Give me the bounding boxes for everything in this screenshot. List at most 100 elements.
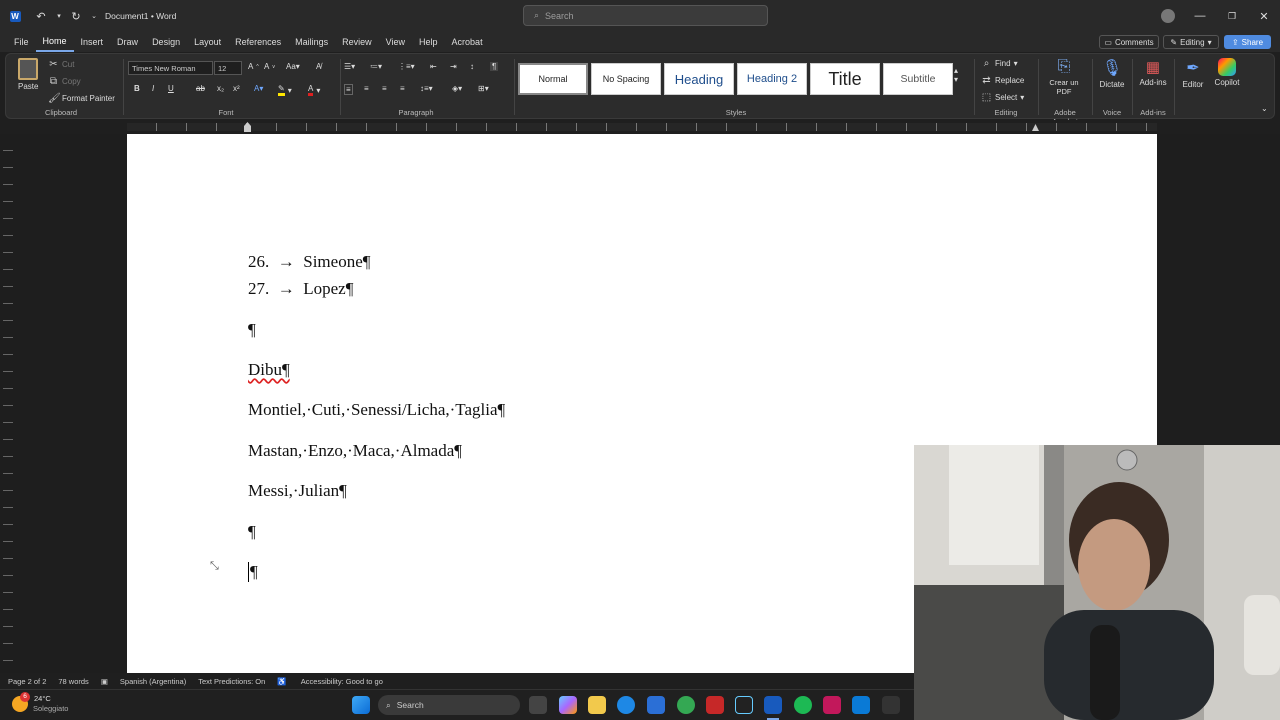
undo-dropdown-icon[interactable]: ▾ [52,0,66,32]
clear-formatting-icon[interactable]: A̸ [316,62,321,71]
close-icon[interactable]: ✕ [1252,0,1276,32]
collapse-ribbon-icon[interactable]: ⌄ [1261,104,1268,113]
quick-access-more-icon[interactable]: ⌄ [86,0,102,32]
word-icon[interactable] [764,696,782,714]
restore-icon[interactable]: ❐ [1220,0,1244,32]
style-heading[interactable]: Heading [664,63,734,95]
strikethrough-button[interactable]: ab [196,84,205,93]
styles-more-button[interactable]: ▴ ▾ [954,66,958,84]
comments-button[interactable]: ▭ Comments [1099,35,1159,49]
bold-button[interactable]: B [134,84,140,93]
copilot-app-icon[interactable] [559,696,577,714]
tab-design[interactable]: Design [145,32,187,52]
highlight-button[interactable]: ✎ ▾ [278,84,292,96]
style-heading-2[interactable]: Heading 2 [737,63,807,95]
doc-line[interactable]: 26. → Simeone¶ [248,252,370,272]
align-center-button[interactable]: ≡ [364,84,369,93]
grow-font-button[interactable]: A ^ [248,62,259,71]
app-icon[interactable] [647,696,665,714]
tab-review[interactable]: Review [335,32,379,52]
file-explorer-icon[interactable] [588,696,606,714]
font-family-select[interactable]: Times New Roman [128,61,213,75]
share-button[interactable]: ⇪ Share [1224,35,1271,49]
change-case-button[interactable]: Aa▾ [286,62,300,71]
copilot-button[interactable]: Copilot [1210,58,1244,87]
store-icon[interactable] [852,696,870,714]
format-painter-button[interactable]: 🖌 Format Painter [48,93,115,104]
create-pdf-button[interactable]: ⎘ Crear un PDF [1042,58,1086,96]
tab-home[interactable]: Home [35,32,74,52]
tab-mailings[interactable]: Mailings [288,32,335,52]
edge-icon[interactable] [617,696,635,714]
tab-help[interactable]: Help [412,32,445,52]
add-ins-button[interactable]: ▦ Add-ins [1136,58,1170,87]
find-button[interactable]: ⌕ Find ▾ [981,58,1018,69]
doc-line[interactable]: 27. → Lopez¶ [248,279,353,299]
paste-button[interactable]: Paste [18,58,38,91]
borders-button[interactable]: ⊞▾ [478,84,489,93]
tab-view[interactable]: View [379,32,412,52]
word-count[interactable]: 78 words [58,677,88,686]
start-button[interactable] [352,696,370,714]
minimize-icon[interactable]: — [1188,0,1212,32]
accessibility-status[interactable]: ♿ Accessibility: Good to go [277,677,395,686]
style-no-spacing[interactable]: No Spacing [591,63,661,95]
app-icon[interactable] [882,696,900,714]
align-right-button[interactable]: ≡ [382,84,387,93]
select-button[interactable]: ⬚ Select ▾ [981,92,1024,103]
editor-button[interactable]: ✒ Editor [1178,58,1208,89]
editing-mode-button[interactable]: ✎ Editing ▾ [1163,35,1219,49]
line-spacing-button[interactable]: ↕≡▾ [420,84,433,93]
doc-line[interactable]: Mastan,·Enzo,·Maca,·Almada¶ [248,441,462,461]
page-count[interactable]: Page 2 of 2 [8,677,46,686]
style-normal[interactable]: Normal [518,63,588,95]
dictate-button[interactable]: 🎙 Dictate [1096,58,1128,89]
proofing-icon[interactable]: ▣ [101,677,108,686]
taskbar-search[interactable]: ⌕ Search [378,695,520,715]
chrome-icon[interactable] [677,696,695,714]
font-color-button[interactable]: A ▾ [308,84,320,96]
spotify-icon[interactable] [794,696,812,714]
tab-draw[interactable]: Draw [110,32,145,52]
tab-insert[interactable]: Insert [74,32,111,52]
doc-line-cursor[interactable]: ¶ [248,562,258,582]
increase-indent-button[interactable]: ⇥ [450,62,457,71]
superscript-button[interactable]: x² [233,84,240,93]
sort-button[interactable]: ↕ [470,62,474,71]
doc-line[interactable]: Messi,·Julian¶ [248,481,347,501]
decrease-indent-button[interactable]: ⇤ [430,62,437,71]
show-formatting-marks-button[interactable]: ¶ [490,62,499,71]
bullets-button[interactable]: ☰▾ [344,62,355,71]
italic-button[interactable]: I [152,84,154,93]
style-title[interactable]: Title [810,63,880,95]
doc-line[interactable]: Dibu¶ [248,360,290,380]
tab-file[interactable]: File [7,32,36,52]
doc-line[interactable]: ¶ [248,320,256,340]
numbering-button[interactable]: ≔▾ [370,62,382,71]
task-view-icon[interactable] [529,696,547,714]
justify-button[interactable]: ≡ [400,84,405,93]
app-icon[interactable] [735,696,753,714]
language-indicator[interactable]: Spanish (Argentina) [120,677,186,686]
cut-button[interactable]: ✂ Cut [48,59,74,70]
align-left-button[interactable]: ≡ [344,84,353,95]
acrobat-icon[interactable] [706,696,724,714]
tab-references[interactable]: References [228,32,288,52]
shading-button[interactable]: ◈▾ [452,84,462,93]
replace-button[interactable]: ⇄ Replace [981,75,1024,86]
multilevel-list-button[interactable]: ⋮≡▾ [398,62,415,71]
font-size-select[interactable]: 12 [214,61,242,75]
redo-icon[interactable]: ↻ [66,0,86,32]
app-icon[interactable] [823,696,841,714]
undo-icon[interactable]: ↶ [30,0,52,32]
doc-line[interactable]: ¶ [248,522,256,542]
shrink-font-button[interactable]: Av [264,62,275,71]
search-input[interactable]: ⌕ Search [523,5,768,26]
copy-button[interactable]: ⧉ Copy [48,76,81,87]
tab-acrobat[interactable]: Acrobat [445,32,490,52]
doc-line[interactable]: Montiel,·Cuti,·Senessi/Licha,·Taglia¶ [248,400,505,420]
subscript-button[interactable]: x₂ [217,84,224,93]
tab-layout[interactable]: Layout [187,32,228,52]
underline-button[interactable]: U [168,84,174,93]
account-avatar[interactable] [1161,9,1175,23]
